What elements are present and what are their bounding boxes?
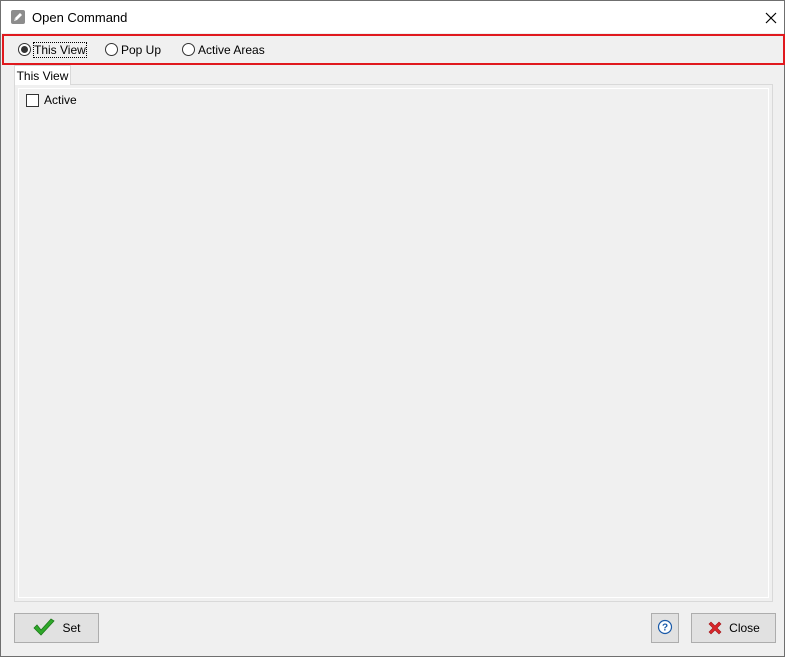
red-x-icon — [707, 620, 723, 636]
window-close-button[interactable] — [757, 5, 785, 31]
tab-this-view[interactable]: This View — [14, 65, 71, 85]
radio-pop-up[interactable]: Pop Up — [105, 36, 161, 63]
tab-panel-this-view: Active — [14, 84, 773, 602]
title-bar: Open Command — [1, 1, 784, 33]
set-button-label: Set — [62, 621, 81, 635]
checkmark-icon — [32, 618, 56, 638]
question-icon: ? — [657, 619, 673, 638]
dialog-window: Open Command This View Pop Up Active Are… — [0, 0, 785, 657]
active-checkbox-label: Active — [44, 93, 77, 107]
close-button-label: Close — [729, 621, 760, 635]
radio-active-areas-label: Active Areas — [198, 42, 265, 57]
radio-this-view-indicator[interactable] — [18, 43, 31, 56]
radio-pop-up-indicator[interactable] — [105, 43, 118, 56]
radio-active-areas-indicator[interactable] — [182, 43, 195, 56]
mode-radio-group: This View Pop Up Active Areas — [2, 34, 785, 65]
set-button[interactable]: Set — [14, 613, 99, 643]
pencil-icon — [11, 10, 25, 24]
panel-frame — [18, 88, 769, 598]
radio-active-areas[interactable]: Active Areas — [182, 36, 265, 63]
radio-pop-up-label: Pop Up — [121, 42, 162, 57]
radio-this-view-label: This View — [33, 41, 87, 58]
close-button[interactable]: Close — [691, 613, 776, 643]
active-checkbox-box[interactable] — [26, 93, 39, 107]
help-button[interactable]: ? — [651, 613, 679, 643]
active-checkbox[interactable]: Active — [26, 93, 77, 107]
svg-text:?: ? — [662, 622, 668, 633]
window-title: Open Command — [32, 10, 128, 25]
radio-this-view[interactable]: This View — [18, 36, 87, 63]
